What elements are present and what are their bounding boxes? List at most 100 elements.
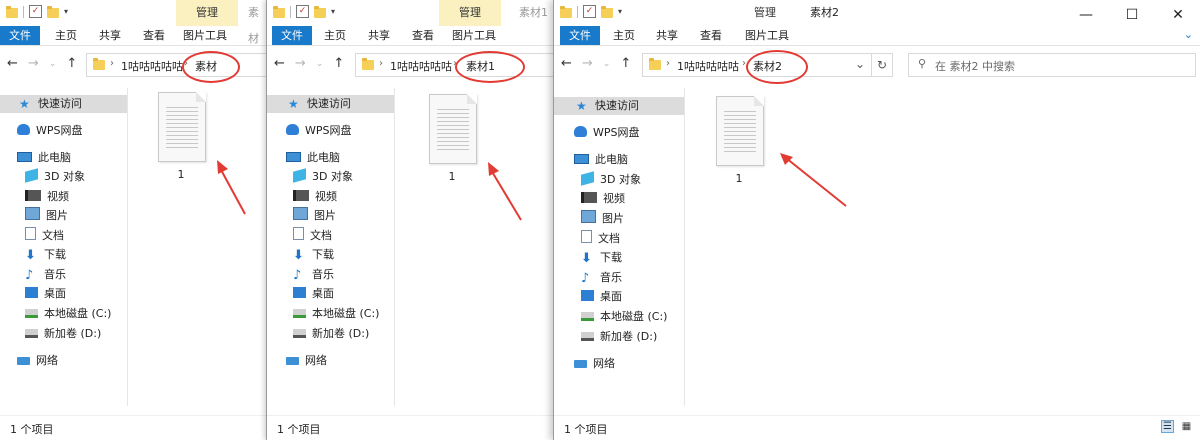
forward-arrow-icon[interactable]: →	[295, 56, 306, 71]
nav-item-network[interactable]: 网络	[286, 352, 327, 370]
new-folder-icon[interactable]	[47, 5, 59, 18]
back-arrow-icon[interactable]: ←	[7, 56, 18, 71]
properties-check-icon[interactable]: ✓	[583, 5, 596, 18]
nav-item-downloads[interactable]: ⬇ 下载	[581, 249, 622, 267]
address-box[interactable]: › 1咕咕咕咕咕 › 素材	[86, 53, 268, 77]
title-bar[interactable]: ✓ ▾ 管理 素材	[0, 0, 268, 45]
tab-file[interactable]: 文件	[272, 26, 312, 45]
context-tab-manage[interactable]: 管理	[734, 0, 796, 26]
context-tab-manage[interactable]: 管理	[439, 0, 501, 26]
nav-item-videos[interactable]: 视频	[293, 188, 337, 206]
nav-item-this-pc[interactable]: 此电脑	[286, 149, 340, 167]
context-tab-manage[interactable]: 管理	[176, 0, 238, 26]
file-name[interactable]: 1	[429, 170, 475, 183]
breadcrumb-parent[interactable]: 1咕咕咕咕咕	[677, 58, 739, 74]
customize-dropdown-icon[interactable]: ▾	[331, 7, 335, 16]
forward-arrow-icon[interactable]: →	[582, 56, 593, 71]
back-arrow-icon[interactable]: ←	[274, 56, 285, 71]
nav-item-3d-objects[interactable]: 3D 对象	[581, 171, 641, 189]
nav-item-documents[interactable]: 文档	[581, 230, 620, 248]
explorer-window-1[interactable]: ✓ ▾ 管理 素材 文件 主页 共享 查看 图片工具 ← → ⌄ ↑ › 1咕咕…	[0, 0, 268, 440]
nav-item-network[interactable]: 网络	[17, 352, 58, 370]
tab-share[interactable]: 共享	[99, 26, 121, 45]
nav-item-this-pc[interactable]: 此电脑	[574, 151, 628, 169]
forward-arrow-icon[interactable]: →	[28, 56, 39, 71]
recent-chevron-icon[interactable]: ⌄	[603, 59, 611, 71]
file-name[interactable]: 1	[716, 172, 762, 185]
nav-item-wps-cloud[interactable]: WPS网盘	[574, 124, 640, 142]
nav-item-downloads[interactable]: ⬇ 下载	[25, 246, 66, 264]
refresh-icon[interactable]: ↻	[872, 53, 893, 77]
nav-item-music[interactable]: ♪ 音乐	[293, 266, 334, 284]
tab-view[interactable]: 查看	[412, 26, 434, 45]
tab-home[interactable]: 主页	[324, 26, 346, 45]
tab-picture-tools[interactable]: 图片工具	[452, 26, 496, 45]
recent-chevron-icon[interactable]: ⌄	[49, 59, 57, 71]
new-folder-icon[interactable]	[314, 5, 326, 18]
breadcrumb-parent[interactable]: 1咕咕咕咕咕	[390, 58, 452, 74]
nav-item-volume-d[interactable]: 新加卷 (D:)	[293, 325, 369, 343]
up-arrow-icon[interactable]: ↑	[66, 56, 77, 71]
nav-item-pictures[interactable]: 图片	[25, 207, 68, 225]
customize-dropdown-icon[interactable]: ▾	[618, 7, 622, 16]
nav-item-videos[interactable]: 视频	[25, 188, 69, 206]
tab-file[interactable]: 文件	[560, 26, 600, 45]
search-input[interactable]: 在 素材2 中搜索	[935, 58, 1015, 74]
nav-item-downloads[interactable]: ⬇ 下载	[293, 246, 334, 264]
nav-item-documents[interactable]: 文档	[25, 227, 64, 245]
nav-item-desktop[interactable]: 桌面	[293, 285, 334, 303]
breadcrumb-chevron-icon[interactable]: ›	[666, 58, 670, 69]
nav-item-volume-d[interactable]: 新加卷 (D:)	[25, 325, 101, 343]
new-folder-icon[interactable]	[601, 5, 613, 18]
details-view-icon[interactable]: ☰	[1161, 420, 1174, 433]
search-box[interactable]: ⚲ 在 素材2 中搜索	[908, 53, 1196, 77]
customize-dropdown-icon[interactable]: ▾	[64, 7, 68, 16]
nav-item-this-pc[interactable]: 此电脑	[17, 149, 71, 167]
address-history-chevron-icon[interactable]: ⌄	[850, 53, 870, 75]
file-list-area[interactable]: 1	[128, 88, 268, 406]
text-file-icon[interactable]	[158, 92, 206, 162]
nav-item-wps-cloud[interactable]: WPS网盘	[286, 122, 352, 140]
title-bar[interactable]: ✓ ▾ 管理 素材1	[267, 0, 561, 26]
file-name[interactable]: 1	[158, 168, 204, 181]
text-file-icon[interactable]	[716, 96, 764, 166]
nav-item-music[interactable]: ♪ 音乐	[25, 266, 66, 284]
nav-item-desktop[interactable]: 桌面	[25, 285, 66, 303]
nav-item-pictures[interactable]: 图片	[293, 207, 336, 225]
up-arrow-icon[interactable]: ↑	[620, 56, 631, 71]
large-icons-view-icon[interactable]: ▦	[1180, 420, 1193, 433]
properties-check-icon[interactable]: ✓	[29, 5, 42, 18]
tab-picture-tools[interactable]: 图片工具	[745, 26, 789, 45]
nav-item-local-disk-c[interactable]: 本地磁盘 (C:)	[581, 308, 667, 326]
file-list-area[interactable]: 1	[395, 88, 561, 406]
tab-home[interactable]: 主页	[613, 26, 635, 45]
nav-item-3d-objects[interactable]: 3D 对象	[25, 168, 85, 186]
file-list-area[interactable]: 1	[686, 88, 1200, 406]
properties-check-icon[interactable]: ✓	[296, 5, 309, 18]
tab-share[interactable]: 共享	[656, 26, 678, 45]
text-file-icon[interactable]	[429, 94, 477, 164]
nav-item-music[interactable]: ♪ 音乐	[581, 269, 622, 287]
nav-item-3d-objects[interactable]: 3D 对象	[293, 168, 353, 186]
nav-item-local-disk-c[interactable]: 本地磁盘 (C:)	[293, 305, 379, 323]
title-bar[interactable]: ✓ ▾ 管理 素材2 — ☐ ✕	[554, 0, 1200, 26]
nav-item-desktop[interactable]: 桌面	[581, 288, 622, 306]
nav-item-documents[interactable]: 文档	[293, 227, 332, 245]
tab-file[interactable]: 文件	[0, 26, 40, 45]
tab-share[interactable]: 共享	[368, 26, 390, 45]
nav-item-videos[interactable]: 视频	[581, 190, 625, 208]
breadcrumb-parent[interactable]: 1咕咕咕咕咕	[121, 58, 183, 74]
tab-home[interactable]: 主页	[55, 26, 77, 45]
nav-item-local-disk-c[interactable]: 本地磁盘 (C:)	[25, 305, 111, 323]
nav-item-quick-access[interactable]: ★ 快速访问	[554, 97, 684, 115]
back-arrow-icon[interactable]: ←	[561, 56, 572, 71]
nav-item-wps-cloud[interactable]: WPS网盘	[17, 122, 83, 140]
nav-item-pictures[interactable]: 图片	[581, 210, 624, 228]
nav-item-volume-d[interactable]: 新加卷 (D:)	[581, 328, 657, 346]
expand-ribbon-chevron-icon[interactable]: ⌄	[1184, 28, 1193, 41]
recent-chevron-icon[interactable]: ⌄	[316, 59, 324, 71]
explorer-window-2[interactable]: ✓ ▾ 管理 素材1 文件 主页 共享 查看 图片工具 ← → ⌄ ↑ › 1咕…	[266, 0, 561, 440]
tab-picture-tools[interactable]: 图片工具	[183, 26, 227, 45]
nav-item-quick-access[interactable]: ★ 快速访问	[267, 95, 394, 113]
tab-view[interactable]: 查看	[143, 26, 165, 45]
